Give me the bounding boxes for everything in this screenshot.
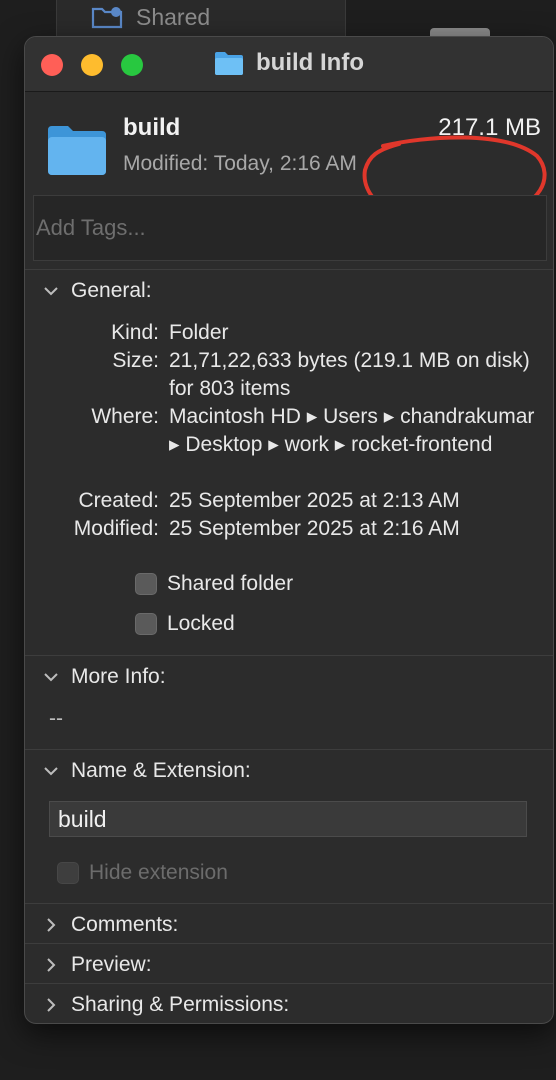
tags-field[interactable] [33,195,547,261]
divider [25,943,553,944]
modified-summary: Modified: Today, 2:16 AM [123,152,357,176]
divider [25,749,553,750]
folder-icon [48,126,106,175]
checkbox[interactable] [57,862,79,884]
section-name-extension[interactable]: Name & Extension: [41,759,251,783]
more-info-value: -- [49,707,63,730]
size-value: 21,71,22,633 bytes (219.1 MB on disk) fo… [169,349,530,400]
section-sharing-permissions[interactable]: Sharing & Permissions: [41,993,289,1017]
chevron-right-icon[interactable] [41,995,61,1015]
checkbox-label: Locked [167,612,235,635]
divider [25,269,553,270]
checkbox[interactable] [135,613,157,635]
window-title: build Info [256,49,364,76]
where-value: Macintosh HD ▸ Users ▸ chandrakumar ▸ De… [169,405,535,456]
shared-folder-checkbox[interactable]: Shared folder [135,572,293,596]
modified-value: Today, 2:16 AM [213,152,357,175]
chevron-down-icon[interactable] [41,281,61,301]
hide-extension-checkbox[interactable]: Hide extension [57,861,228,885]
file-name: build [123,114,181,141]
section-more-info[interactable]: More Info: [41,665,166,689]
section-preview[interactable]: Preview: [41,953,152,977]
chevron-down-icon[interactable] [41,667,61,687]
modified-value: 25 September 2025 at 2:16 AM [169,517,460,540]
name-field[interactable] [49,801,527,837]
modified-label: Modified: [123,152,209,175]
size-label: Size: [112,349,159,372]
created-label: Created: [78,489,159,512]
sidebar-item-label: Shared [136,3,211,30]
title-bar[interactable]: build Info [25,37,553,92]
kind-label: Kind: [111,321,159,344]
created-value: 25 September 2025 at 2:13 AM [169,489,460,512]
divider [25,903,553,904]
modified-label: Modified: [73,517,159,540]
tags-input[interactable] [34,196,546,260]
info-header: build 217.1 MB Modified: Today, 2:16 AM [25,92,553,236]
chevron-right-icon[interactable] [41,915,61,935]
folder-badge-icon [91,7,123,29]
locked-checkbox[interactable]: Locked [135,612,235,636]
section-title: More Info: [71,665,166,688]
section-title: Preview: [71,953,152,976]
section-title: Name & Extension: [71,759,251,782]
section-title: General: [71,279,152,302]
chevron-right-icon[interactable] [41,955,61,975]
where-label: Where: [91,405,159,428]
section-general[interactable]: General: [41,279,152,303]
checkbox-label: Hide extension [89,861,228,884]
section-title: Sharing & Permissions: [71,993,290,1016]
checkbox[interactable] [135,573,157,595]
checkbox-label: Shared folder [167,572,294,595]
divider [25,655,553,656]
name-input[interactable] [58,804,518,834]
divider [25,983,553,984]
chevron-down-icon[interactable] [41,761,61,781]
kind-value: Folder [169,321,229,344]
sidebar-item-shared[interactable]: Shared [90,2,210,32]
folder-icon [215,52,244,75]
section-title: Comments: [71,913,179,936]
get-info-window: build Info build 217.1 MB Modified: Toda… [24,36,554,1024]
section-comments[interactable]: Comments: [41,913,178,937]
